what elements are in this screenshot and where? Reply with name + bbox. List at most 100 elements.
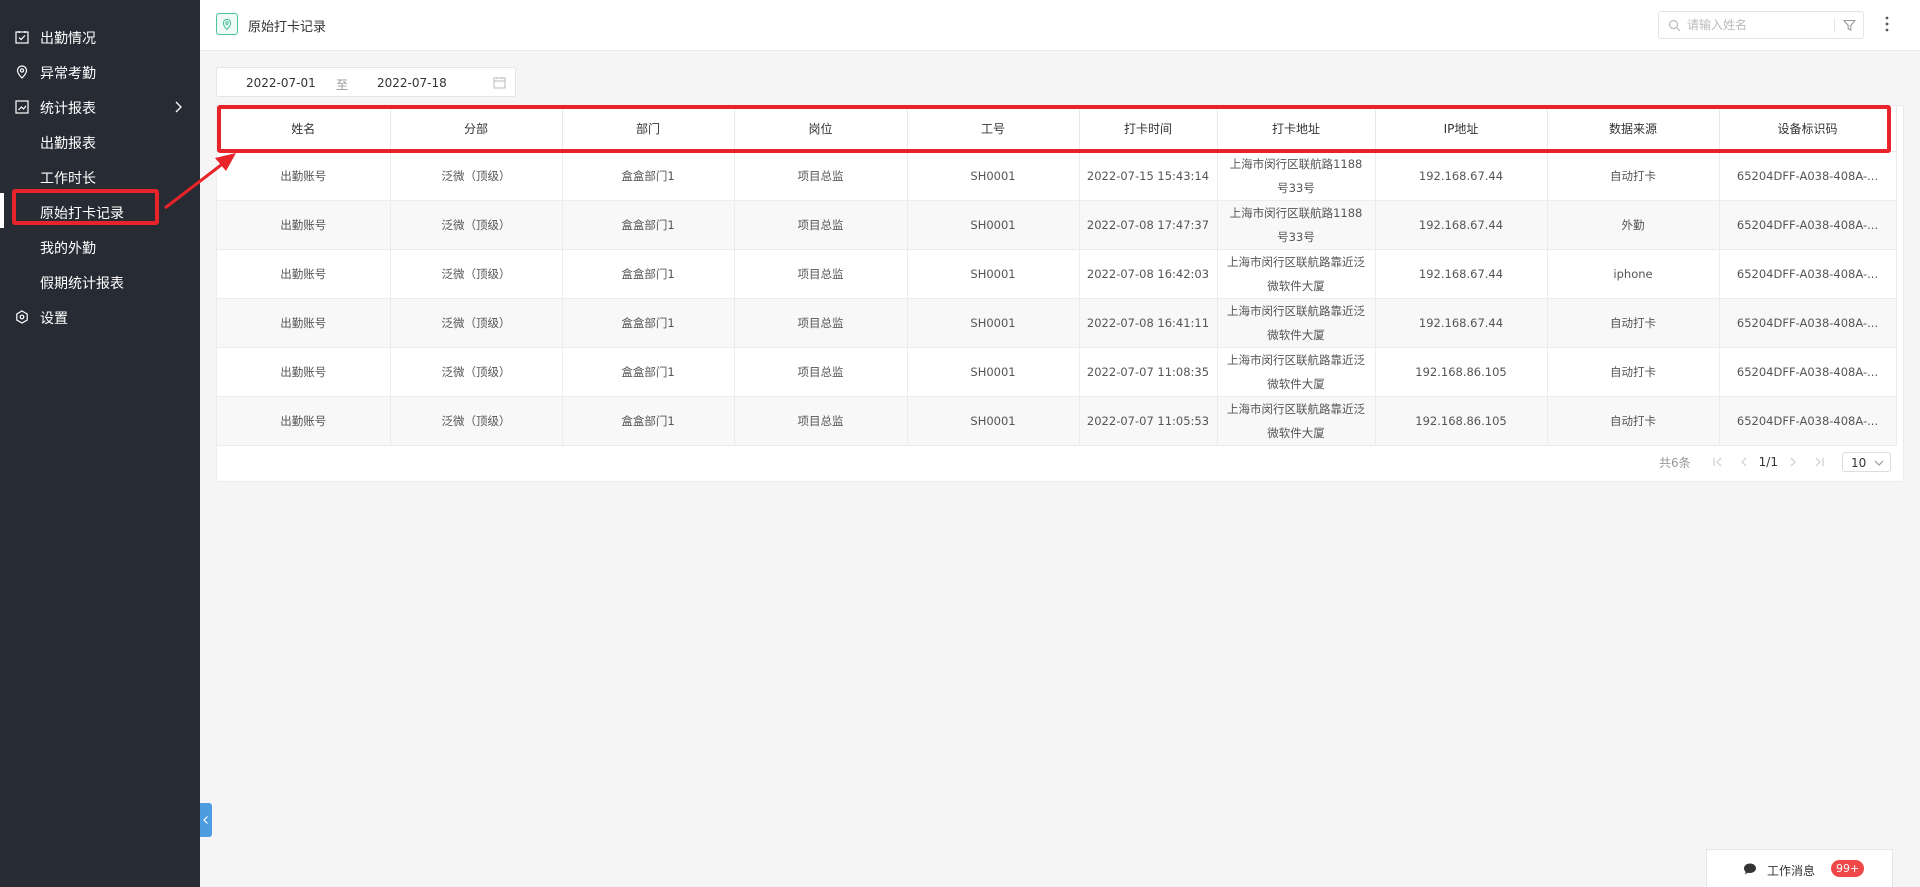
cell-clock-address: 上海市闵行区联航路1188号33号 bbox=[1217, 200, 1376, 250]
cell-clock-address: 上海市闵行区联航路靠近泛微软件大厦 bbox=[1217, 396, 1376, 446]
chevron-right-icon bbox=[175, 101, 182, 113]
sidebar-item-settings[interactable]: 设置 bbox=[0, 300, 200, 335]
column-header-device-id[interactable]: 设备标识码 bbox=[1719, 106, 1897, 152]
table-row[interactable]: 出勤账号 泛微（顶级） 盒盒部门1 项目总监 SH0001 2022-07-07… bbox=[217, 347, 1897, 397]
next-page-icon[interactable] bbox=[1786, 455, 1800, 469]
search-input[interactable] bbox=[1687, 16, 1827, 34]
column-header-name[interactable]: 姓名 bbox=[217, 106, 391, 152]
table-header-row: 姓名 分部 部门 岗位 工号 打卡时间 打卡地址 IP地址 数据来源 设备标识码 bbox=[217, 106, 1897, 152]
more-vertical-icon[interactable] bbox=[1884, 14, 1890, 34]
cell-ip-address: 192.168.67.44 bbox=[1375, 200, 1548, 250]
sidebar-item-label: 统计报表 bbox=[40, 100, 96, 117]
location-pin-icon bbox=[16, 65, 28, 79]
table-row[interactable]: 出勤账号 泛微（顶级） 盒盒部门1 项目总监 SH0001 2022-07-15… bbox=[217, 151, 1897, 201]
cell-position: 项目总监 bbox=[734, 347, 908, 397]
cell-position: 项目总监 bbox=[734, 396, 908, 446]
sidebar-item-abnormal[interactable]: 异常考勤 bbox=[0, 55, 200, 90]
last-page-icon[interactable] bbox=[1812, 455, 1826, 469]
total-count: 共6条 bbox=[1659, 455, 1691, 470]
cell-ip-address: 192.168.67.44 bbox=[1375, 249, 1548, 299]
cell-branch: 泛微（顶级） bbox=[390, 249, 563, 299]
active-indicator bbox=[0, 193, 4, 228]
column-header-clock-time[interactable]: 打卡时间 bbox=[1079, 106, 1218, 152]
cell-employee-id: SH0001 bbox=[907, 249, 1080, 299]
cell-name: 出勤账号 bbox=[217, 396, 391, 446]
cell-branch: 泛微（顶级） bbox=[390, 396, 563, 446]
page-size-select[interactable]: 10 bbox=[1841, 452, 1891, 472]
settings-icon bbox=[16, 310, 28, 324]
column-header-ip-address[interactable]: IP地址 bbox=[1375, 106, 1548, 152]
cell-branch: 泛微（顶级） bbox=[390, 347, 563, 397]
end-date[interactable]: 2022-07-18 bbox=[377, 76, 447, 90]
cell-clock-address: 上海市闵行区联航路靠近泛微软件大厦 bbox=[1217, 298, 1376, 348]
chevron-left-icon bbox=[203, 816, 208, 824]
work-messages-button[interactable]: 工作消息 99+ bbox=[1706, 849, 1893, 887]
sidebar-item-attendance-report[interactable]: 出勤报表 bbox=[0, 125, 200, 160]
cell-device-id: 65204DFF-A038-408A-... bbox=[1719, 249, 1897, 299]
column-header-employee-id[interactable]: 工号 bbox=[907, 106, 1080, 152]
cell-clock-time: 2022-07-08 17:47:37 bbox=[1079, 200, 1218, 250]
cell-name: 出勤账号 bbox=[217, 249, 391, 299]
table-row[interactable]: 出勤账号 泛微（顶级） 盒盒部门1 项目总监 SH0001 2022-07-07… bbox=[217, 396, 1897, 446]
sidebar-item-field-work[interactable]: 我的外勤 bbox=[0, 230, 200, 265]
cell-clock-address: 上海市闵行区联航路1188号33号 bbox=[1217, 151, 1376, 201]
column-header-department[interactable]: 部门 bbox=[562, 106, 735, 152]
cell-department: 盒盒部门1 bbox=[562, 200, 735, 250]
page-size-value: 10 bbox=[1850, 456, 1867, 470]
location-pin-icon bbox=[216, 13, 238, 35]
cell-position: 项目总监 bbox=[734, 200, 908, 250]
sidebar-collapse-toggle[interactable] bbox=[200, 803, 212, 837]
cell-department: 盒盒部门1 bbox=[562, 298, 735, 348]
sidebar-item-label: 工作时长 bbox=[40, 170, 96, 187]
cell-name: 出勤账号 bbox=[217, 298, 391, 348]
cell-ip-address: 192.168.67.44 bbox=[1375, 151, 1548, 201]
cell-branch: 泛微（顶级） bbox=[390, 200, 563, 250]
cell-data-source: 自动打卡 bbox=[1547, 347, 1720, 397]
first-page-icon[interactable] bbox=[1711, 455, 1725, 469]
cell-position: 项目总监 bbox=[734, 151, 908, 201]
table-row[interactable]: 出勤账号 泛微（顶级） 盒盒部门1 项目总监 SH0001 2022-07-08… bbox=[217, 200, 1897, 250]
chart-report-icon bbox=[15, 100, 29, 114]
cell-clock-time: 2022-07-15 15:43:14 bbox=[1079, 151, 1218, 201]
prev-page-icon[interactable] bbox=[1737, 455, 1751, 469]
page-indicator: 1/1 bbox=[1758, 455, 1778, 469]
cell-device-id: 65204DFF-A038-408A-... bbox=[1719, 200, 1897, 250]
chat-bubble-icon bbox=[1744, 863, 1756, 875]
cell-data-source: 自动打卡 bbox=[1547, 298, 1720, 348]
cell-data-source: 自动打卡 bbox=[1547, 396, 1720, 446]
sidebar-item-label: 出勤报表 bbox=[40, 135, 96, 152]
filter-icon[interactable] bbox=[1843, 19, 1856, 32]
cell-ip-address: 192.168.67.44 bbox=[1375, 298, 1548, 348]
cell-department: 盒盒部门1 bbox=[562, 396, 735, 446]
start-date[interactable]: 2022-07-01 bbox=[246, 76, 316, 90]
table-row[interactable]: 出勤账号 泛微（顶级） 盒盒部门1 项目总监 SH0001 2022-07-08… bbox=[217, 298, 1897, 348]
sidebar-item-reports[interactable]: 统计报表 bbox=[0, 90, 200, 125]
sidebar-item-leave-report[interactable]: 假期统计报表 bbox=[0, 265, 200, 300]
cell-name: 出勤账号 bbox=[217, 347, 391, 397]
column-header-data-source[interactable]: 数据来源 bbox=[1547, 106, 1720, 152]
column-header-branch[interactable]: 分部 bbox=[390, 106, 563, 152]
top-bar: 原始打卡记录 bbox=[200, 0, 1920, 51]
cell-clock-time: 2022-07-08 16:42:03 bbox=[1079, 249, 1218, 299]
sidebar-item-label: 出勤情况 bbox=[40, 30, 96, 47]
cell-employee-id: SH0001 bbox=[907, 151, 1080, 201]
date-range-picker[interactable]: 2022-07-01 至 2022-07-18 bbox=[216, 67, 516, 97]
cell-data-source: 外勤 bbox=[1547, 200, 1720, 250]
column-header-clock-address[interactable]: 打卡地址 bbox=[1217, 106, 1376, 152]
column-header-position[interactable]: 岗位 bbox=[734, 106, 908, 152]
cell-employee-id: SH0001 bbox=[907, 298, 1080, 348]
pagination: 共6条 1/1 10 bbox=[1659, 452, 1891, 472]
search-box[interactable] bbox=[1658, 11, 1864, 39]
cell-device-id: 65204DFF-A038-408A-... bbox=[1719, 347, 1897, 397]
sidebar: 出勤情况 异常考勤 统计报表 出勤报表 工作时长 原始打卡记录 我的外勤 假期统… bbox=[0, 0, 200, 887]
cell-department: 盒盒部门1 bbox=[562, 249, 735, 299]
table-row[interactable]: 出勤账号 泛微（顶级） 盒盒部门1 项目总监 SH0001 2022-07-08… bbox=[217, 249, 1897, 299]
cell-employee-id: SH0001 bbox=[907, 200, 1080, 250]
sidebar-item-attendance[interactable]: 出勤情况 bbox=[0, 20, 200, 55]
cell-branch: 泛微（顶级） bbox=[390, 298, 563, 348]
cell-clock-address: 上海市闵行区联航路靠近泛微软件大厦 bbox=[1217, 347, 1376, 397]
work-messages-label: 工作消息 bbox=[1767, 864, 1816, 878]
cell-clock-time: 2022-07-07 11:08:35 bbox=[1079, 347, 1218, 397]
cell-position: 项目总监 bbox=[734, 298, 908, 348]
cell-data-source: 自动打卡 bbox=[1547, 151, 1720, 201]
